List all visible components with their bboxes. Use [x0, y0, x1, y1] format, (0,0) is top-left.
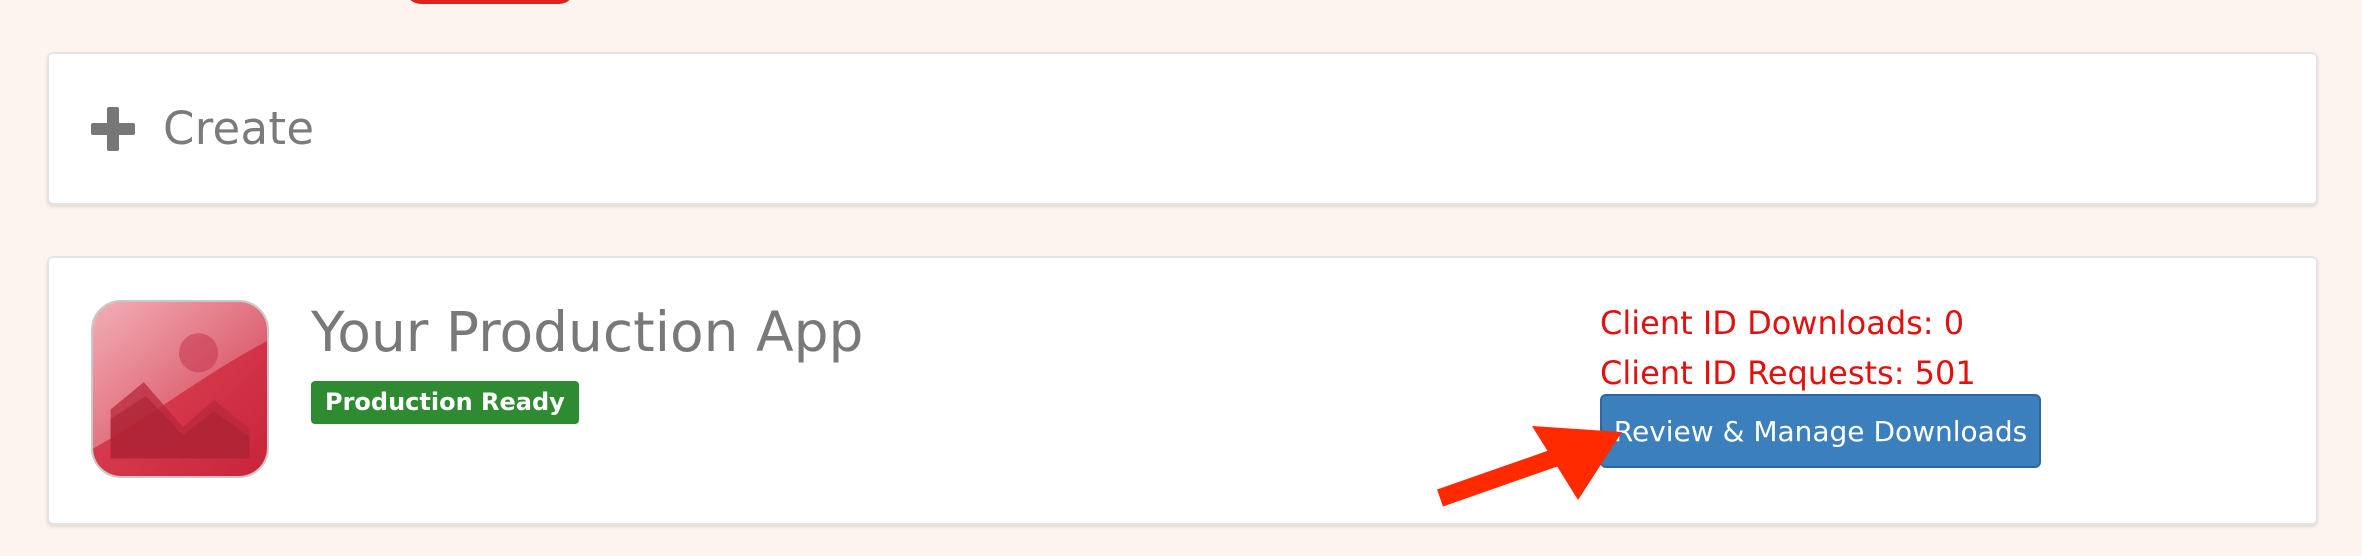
client-id-stats: Client ID Downloads: 0 Client ID Request… [1600, 298, 1976, 398]
client-id-downloads: Client ID Downloads: 0 [1600, 304, 1965, 342]
top-tab-edge[interactable] [405, 0, 575, 4]
create-button[interactable]: Create [91, 54, 314, 203]
app-card: Your Production App Production Ready Cli… [47, 256, 2318, 525]
review-manage-downloads-button[interactable]: Review & Manage Downloads [1600, 394, 2041, 468]
plus-icon [91, 106, 135, 151]
app-image-icon [91, 300, 269, 478]
app-name[interactable]: Your Production App [311, 300, 863, 364]
create-card: Create [47, 52, 2318, 205]
create-label: Create [163, 102, 315, 155]
status-badge: Production Ready [311, 381, 579, 424]
client-id-requests: Client ID Requests: 501 [1600, 354, 1976, 392]
